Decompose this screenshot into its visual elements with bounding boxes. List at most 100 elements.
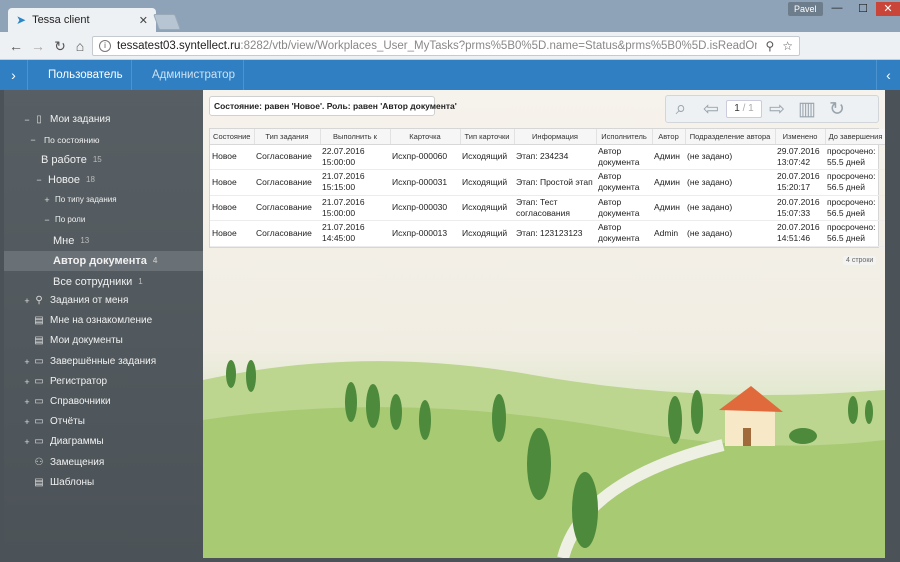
workplace-view: Состояние: равен 'Новое'. Роль: равен 'А… [203,90,885,558]
next-page-icon[interactable]: ⇨ [762,98,792,121]
table-cell: просрочено: 56.5 дней [825,169,885,196]
collapse-right-icon[interactable]: ‹ [876,60,900,90]
table-cell: Согласование [254,220,320,247]
minimize-icon[interactable]: — [826,2,848,14]
maximize-icon[interactable]: ☐ [852,2,874,15]
tree-item-me[interactable]: Мне 13 [4,231,203,251]
url-host: tessatest03.syntellect.ru [117,40,241,52]
refresh-icon[interactable]: ↻ [822,98,852,121]
expand-left-icon[interactable]: › [0,60,28,90]
tree-item-registrar[interactable]: + ▭ Регистратор [4,372,203,392]
tree-label: Справочники [50,396,111,407]
browser-tabstrip: ➤ Tessa client ✕ Pavel — ☐ ✕ [0,0,900,32]
expand-icon[interactable]: + [42,190,52,210]
table-row[interactable]: Новое Согласование 21.07.2016 15:00:00 Исхп… [210,195,885,221]
forward-icon[interactable]: → [28,36,48,56]
table-cell: Админ [652,144,685,170]
column-header[interactable]: Автор [652,129,686,145]
expand-icon[interactable]: + [22,291,32,311]
back-icon[interactable]: ← [6,36,26,56]
search-folder-icon[interactable]: ⌕ [666,98,696,120]
info-icon[interactable]: i [99,40,111,52]
tree-item-templates[interactable]: ▤ Шаблоны [4,473,203,493]
tree-item-by-state[interactable]: − По состоянию [4,130,203,150]
collapse-icon[interactable]: − [42,210,52,230]
expand-icon[interactable]: + [22,412,32,432]
column-header[interactable]: Состояние [210,129,255,145]
collapse-icon[interactable]: − [28,130,38,150]
tree-label: Задания от меня [50,295,129,306]
column-header[interactable]: Подразделение автора [685,129,776,145]
tree-item-tasks-from-me[interactable]: + ⚲ Задания от меня [4,291,203,311]
tree-item-my-tasks[interactable]: − ▯ Мои задания [4,110,203,130]
table-row[interactable]: Новое Согласование 21.07.2016 14:45:00 Исхп… [210,220,885,247]
column-header[interactable]: Информация [514,129,597,145]
tree-item-diagrams[interactable]: + ▭ Диаграммы [4,432,203,452]
table-cell: 29.07.2016 13:07:42 [775,144,825,170]
table-cell: Исхпр-000031 [390,169,460,196]
tree-item-my-documents[interactable]: ▤ Мои документы [4,331,203,351]
column-header[interactable]: Тип карточки [460,129,515,145]
tree-item-in-progress[interactable]: В работе 15 [4,150,203,170]
expand-icon[interactable]: + [22,392,32,412]
tree-label: По роли [55,215,86,224]
tree-item-substitutions[interactable]: ⚇ Замещения [4,453,203,473]
expand-icon[interactable]: + [22,352,32,372]
column-header[interactable]: До завершения [825,129,885,145]
total-pages: 1 [748,103,754,114]
count-badge: 1 [138,277,143,286]
tree-item-document-author[interactable]: Автор документа 4 [4,251,203,271]
table-cell: просрочено: 56.5 дней [825,195,885,221]
tree-item-by-task-type[interactable]: + По типу задания [4,190,203,210]
tree-label: Мне на ознакомление [50,315,153,326]
table-cell: 20.07.2016 15:07:33 [775,195,825,221]
tree-item-all-employees[interactable]: Все сотрудники 1 [4,272,203,292]
collapse-icon[interactable]: − [22,110,32,130]
table-cell: Автор документа [596,195,652,221]
expand-icon[interactable]: + [22,372,32,392]
reload-icon[interactable]: ↻ [50,36,70,56]
tree-item-completed-tasks[interactable]: + ▭ Завершённые задания [4,352,203,372]
profile-chip[interactable]: Pavel [788,2,823,16]
table-cell: Этап: 234234 [514,144,596,170]
table-cell: Новое [210,144,254,170]
tree-item-new[interactable]: − Новое 18 [4,170,203,190]
zoom-icon[interactable]: ⚲ [765,39,774,53]
workspace-admin-tab[interactable]: Администратор [132,60,244,90]
browser-tab[interactable]: ➤ Tessa client ✕ [8,8,156,32]
close-tab-icon[interactable]: ✕ [139,14,148,27]
table-cell: Автор документа [596,144,652,170]
home-icon[interactable]: ⌂ [70,36,90,56]
tree-item-dictionaries[interactable]: + ▭ Справочники [4,392,203,412]
tree-item-for-review[interactable]: ▤ Мне на ознакомление [4,311,203,331]
table-cell: Этап: 123123123 [514,220,596,247]
tree-item-by-role[interactable]: − По роли [4,210,203,230]
column-header[interactable]: Карточка [390,129,461,145]
column-header[interactable]: Тип задания [254,129,321,145]
workspace-user-tab[interactable]: Пользователь [28,60,132,90]
navigation-tree: − ▯ Мои задания − По состоянию В работе … [4,90,203,558]
tree-item-reports[interactable]: + ▭ Отчёты [4,412,203,432]
previous-page-icon[interactable]: ⇦ [696,98,726,121]
table-row[interactable]: Новое Согласование 21.07.2016 15:15:00 Исхп… [210,169,885,196]
close-window-icon[interactable]: ✕ [876,2,900,16]
new-tab-button[interactable] [153,14,181,30]
collapse-icon[interactable]: − [34,170,44,190]
table-cell: Исходящий [460,220,514,247]
expand-icon[interactable]: + [22,432,32,452]
chart-icon[interactable]: ▥ [792,98,822,121]
page-indicator[interactable]: 1 / 1 [726,100,762,118]
column-header[interactable]: Изменено [775,129,826,145]
address-bar[interactable]: i tessatest03.syntellect.ru:8282/vtb/vie… [92,36,800,56]
count-badge: 18 [86,175,95,184]
star-icon[interactable]: ☆ [782,39,793,53]
column-header[interactable]: Исполнитель [596,129,653,145]
document-icon: ▤ [34,335,44,346]
table-cell: Исхпр-000060 [390,144,460,170]
tree-label: Мне [53,235,75,247]
folder-icon: ▭ [34,356,44,367]
column-header[interactable]: Выполнить к [320,129,391,145]
table-row[interactable]: Новое Согласование 22.07.2016 15:00:00 Исхп… [210,144,885,170]
url-text[interactable]: tessatest03.syntellect.ru:8282/vtb/view/… [117,40,757,52]
table-cell: Этап: Простой этап [514,169,596,196]
